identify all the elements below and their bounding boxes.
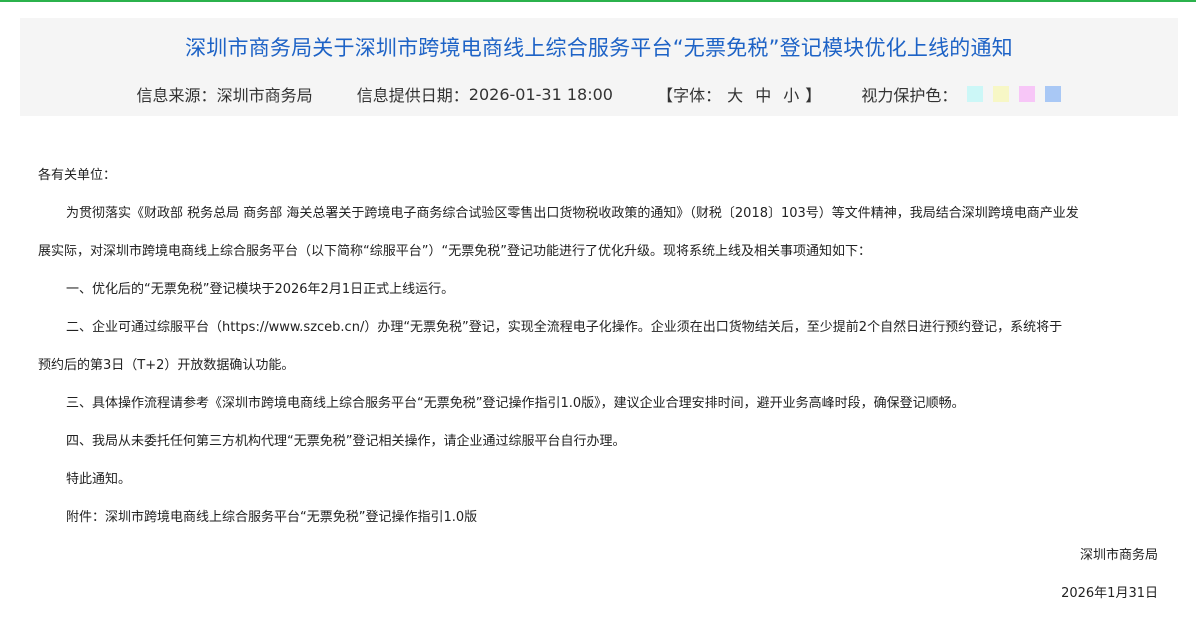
notice-item-3: 三、具体操作流程请参考《深圳市跨境电商线上综合服务平台“无票免税”登记操作指引1… — [66, 396, 965, 411]
signature: 深圳市商务局 — [1079, 548, 1158, 563]
font-medium-button[interactable]: 中 — [755, 82, 771, 106]
notice-item-4: 四、我局从未委托任何第三方机构代理“无票免税”登记相关操作，请企业通过综服平台自… — [66, 434, 626, 449]
article-body: 各有关单位： 为贯彻落实《财政部 税务总局 商务部 海关总署关于跨境电子商务综合… — [38, 165, 1158, 621]
eye-care-swatch-yellow[interactable] — [993, 86, 1010, 102]
eye-care-swatch-blue[interactable] — [1045, 86, 1062, 102]
intro-paragraph-line-1: 为贯彻落实《财政部 税务总局 商务部 海关总署关于跨境电子商务综合试验区零售出口… — [66, 206, 1079, 221]
font-large-button[interactable]: 大 — [727, 82, 743, 106]
signature-date: 2026年1月31日 — [1061, 586, 1158, 601]
closing-remark: 特此通知。 — [66, 472, 132, 487]
article-meta: 信息来源：深圳市商务局 信息提供日期：2026-01-31 18:00 【字体：… — [20, 82, 1178, 106]
source-value: 深圳市商务局 — [216, 86, 313, 105]
eye-care-label: 视力保护色： — [861, 86, 958, 105]
eye-care-swatch-cyan[interactable] — [967, 86, 984, 102]
page-title: 深圳市商务局关于深圳市跨境电商线上综合服务平台“无票免税”登记模块优化上线的通知 — [185, 36, 1013, 60]
notice-item-2-line-2: 预约后的第3日（T+2）开放数据确认功能。 — [38, 358, 295, 373]
attachment-line: 附件：深圳市跨境电商线上综合服务平台“无票免税”登记操作指引1.0版 — [66, 510, 478, 525]
notice-item-2-line-1: 二、企业可通过综服平台（https://www.szceb.cn/）办理“无票免… — [66, 320, 1063, 335]
font-bracket-close: 】 — [805, 86, 822, 105]
date-label: 信息提供日期： — [356, 86, 469, 105]
font-size-control: 【字体： 大中小】 — [657, 82, 821, 106]
salutation: 各有关单位： — [38, 168, 117, 183]
article-header: 深圳市商务局关于深圳市跨境电商线上综合服务平台“无票免税”登记模块优化上线的通知… — [20, 18, 1178, 116]
intro-paragraph-line-2: 展实际，对深圳市跨境电商线上综合服务平台（以下简称“综服平台”）“无票免税”登记… — [38, 244, 871, 259]
font-bracket-open: 【字体： — [657, 86, 722, 105]
top-accent-line — [0, 0, 1196, 2]
eye-care-swatch-pink[interactable] — [1019, 86, 1036, 102]
date-value: 2026-01-31 18:00 — [468, 84, 613, 104]
notice-item-1: 一、优化后的“无票免税”登记模块于2026年2月1日正式上线运行。 — [66, 282, 455, 297]
font-small-button[interactable]: 小 — [783, 82, 799, 106]
source-label: 信息来源： — [136, 86, 217, 105]
